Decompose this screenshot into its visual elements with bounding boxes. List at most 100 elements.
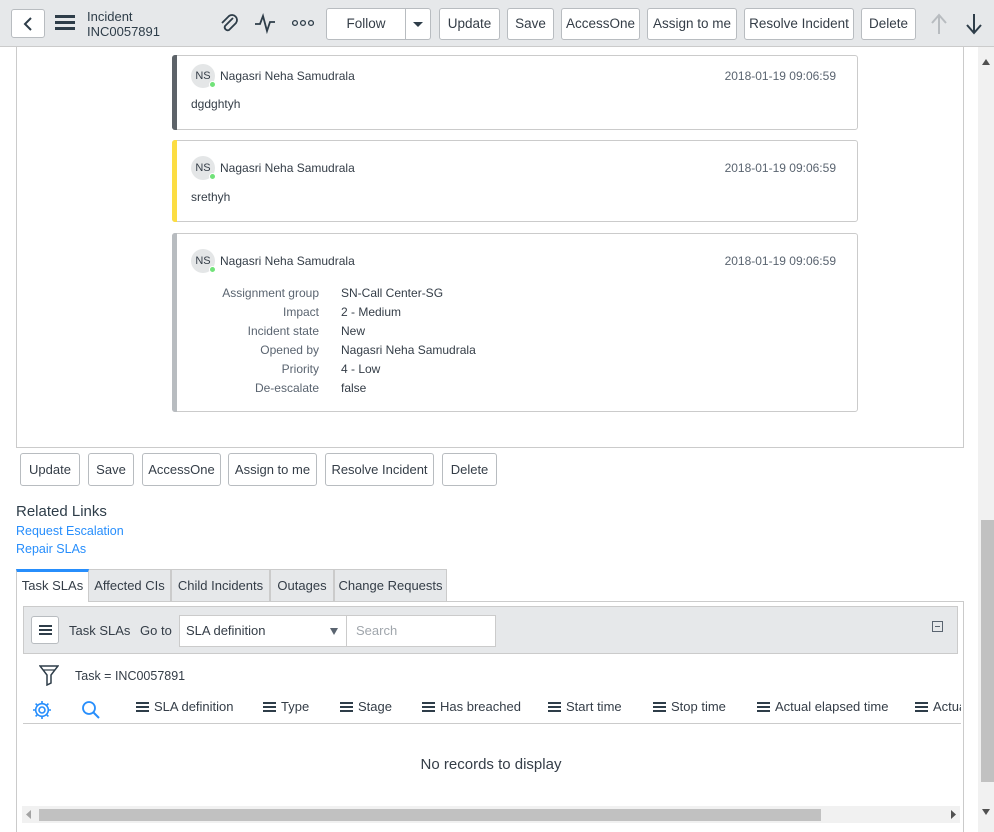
activity-user: Nagasri Neha Samudrala: [220, 69, 355, 83]
save-button-top[interactable]: Save: [507, 8, 554, 40]
column-menu-icon: [757, 702, 770, 712]
save-button[interactable]: Save: [88, 453, 134, 486]
field-value: SN-Call Center-SG: [341, 286, 444, 300]
field-change-row: Priority 4 - Low: [173, 362, 857, 381]
list-toolbar: Task SLAs Go to SLA definition Search: [23, 606, 958, 654]
filter-funnel-icon[interactable]: [39, 664, 59, 686]
request-escalation-link[interactable]: Request Escalation: [16, 524, 124, 538]
follow-dropdown-button[interactable]: [405, 8, 431, 40]
activity-card: NS Nagasri Neha Samudrala 2018-01-19 09:…: [172, 55, 858, 130]
activity-stream-icon[interactable]: [254, 12, 276, 34]
related-links-title: Related Links: [16, 503, 107, 520]
form-header: Incident INC0057891 Follow Update Save A…: [0, 0, 994, 47]
accessone-button[interactable]: AccessOne: [142, 453, 221, 486]
avatar: NS: [191, 156, 216, 180]
avatar: NS: [191, 64, 216, 88]
field-value: 2 - Medium: [341, 305, 402, 319]
repair-slas-link[interactable]: Repair SLAs: [16, 542, 86, 556]
tab-affected-cis[interactable]: Affected CIs: [88, 569, 171, 601]
column-menu-icon: [422, 702, 435, 712]
search-icon[interactable]: [81, 699, 101, 721]
activity-card: NS Nagasri Neha Samudrala 2018-01-19 09:…: [172, 140, 858, 222]
field-label: Incident state: [247, 324, 319, 338]
paperclip-icon[interactable]: [219, 12, 239, 34]
header-divider: [23, 723, 961, 724]
caret-down-icon: [330, 628, 338, 635]
search-input[interactable]: Search: [346, 615, 496, 647]
field-label: Priority: [281, 362, 319, 376]
column-menu-icon: [915, 702, 928, 712]
scroll-left-icon[interactable]: [26, 810, 32, 819]
presence-indicator: [209, 173, 216, 180]
delete-button-top[interactable]: Delete: [861, 8, 916, 40]
column-type[interactable]: Type: [263, 699, 309, 721]
column-menu-icon: [263, 702, 276, 712]
vertical-scrollbar[interactable]: [978, 47, 994, 832]
column-menu-icon: [340, 702, 353, 712]
follow-button[interactable]: Follow: [326, 8, 406, 40]
record-title: Incident INC0057891: [87, 9, 160, 39]
accessone-button-top[interactable]: AccessOne: [561, 8, 640, 40]
delete-button[interactable]: Delete: [442, 453, 497, 486]
column-menu-icon: [653, 702, 666, 712]
column-stop-time[interactable]: Stop time: [653, 699, 726, 721]
scroll-down-icon[interactable]: [982, 809, 990, 815]
field-value: Nagasri Neha Samudrala: [341, 343, 476, 357]
back-button[interactable]: [11, 9, 45, 38]
field-label: Impact: [282, 305, 319, 319]
assign-to-me-button[interactable]: Assign to me: [228, 453, 317, 486]
list-title: Task SLAs: [69, 623, 131, 638]
list-menu-button[interactable]: [31, 616, 59, 644]
activity-card-bar: [172, 55, 177, 130]
record-number: INC0057891: [87, 24, 160, 39]
goto-field-select[interactable]: SLA definition: [179, 615, 347, 647]
hamburger-menu-icon[interactable]: [55, 15, 75, 31]
previous-record-icon[interactable]: [929, 13, 949, 35]
presence-indicator: [209, 81, 216, 88]
activity-user: Nagasri Neha Samudrala: [220, 254, 355, 268]
activity-user: Nagasri Neha Samudrala: [220, 161, 355, 175]
next-record-icon[interactable]: [964, 13, 984, 35]
activity-text: srethyh: [191, 190, 231, 204]
personalize-gear-icon[interactable]: [32, 699, 52, 721]
column-menu-icon: [136, 702, 149, 712]
update-button-top[interactable]: Update: [439, 8, 500, 40]
tab-outages[interactable]: Outages: [270, 569, 334, 601]
column-menu-icon: [548, 702, 561, 712]
field-change-row: De-escalate false: [173, 381, 857, 400]
field-label: De-escalate: [254, 381, 319, 395]
update-button[interactable]: Update: [20, 453, 80, 486]
tab-child-incidents[interactable]: Child Incidents: [171, 569, 270, 601]
column-has-breached[interactable]: Has breached: [422, 699, 521, 721]
avatar: NS: [191, 249, 216, 273]
goto-field-value: SLA definition: [186, 623, 266, 638]
column-start-time[interactable]: Start time: [548, 699, 622, 721]
column-actual-elapsed-time[interactable]: Actual elapsed time: [757, 699, 888, 721]
caret-down-icon: [413, 21, 423, 27]
column-sla-definition[interactable]: SLA definition: [136, 699, 234, 721]
column-stage[interactable]: Stage: [340, 699, 392, 721]
vertical-scroll-thumb[interactable]: [981, 520, 994, 782]
record-type: Incident: [87, 9, 133, 24]
field-change-row: Opened by Nagasri Neha Samudrala: [173, 343, 857, 362]
field-change-row: Assignment group SN-Call Center-SG: [173, 286, 857, 305]
empty-list-message: No records to display: [420, 756, 562, 773]
column-actual[interactable]: Actual: [915, 699, 961, 721]
activity-card-bar: [172, 140, 177, 222]
scroll-up-icon[interactable]: [982, 59, 990, 65]
horizontal-scroll-thumb[interactable]: [39, 809, 821, 821]
tab-change-requests[interactable]: Change Requests: [334, 569, 447, 601]
activity-time: 2018-01-19 09:06:59: [724, 69, 836, 83]
tab-task-slas[interactable]: Task SLAs: [16, 569, 89, 602]
more-options-icon[interactable]: [292, 19, 314, 27]
collapse-icon[interactable]: [932, 621, 943, 632]
field-label: Opened by: [260, 343, 319, 357]
resolve-incident-button[interactable]: Resolve Incident: [325, 453, 434, 486]
filter-breadcrumb[interactable]: Task = INC0057891: [75, 669, 185, 683]
assign-to-me-button-top[interactable]: Assign to me: [647, 8, 737, 40]
goto-label: Go to: [140, 623, 172, 638]
resolve-incident-button-top[interactable]: Resolve Incident: [744, 8, 854, 40]
activity-stream: NS Nagasri Neha Samudrala 2018-01-19 09:…: [16, 47, 964, 448]
horizontal-scrollbar[interactable]: [22, 806, 960, 823]
scroll-right-icon[interactable]: [950, 810, 956, 819]
